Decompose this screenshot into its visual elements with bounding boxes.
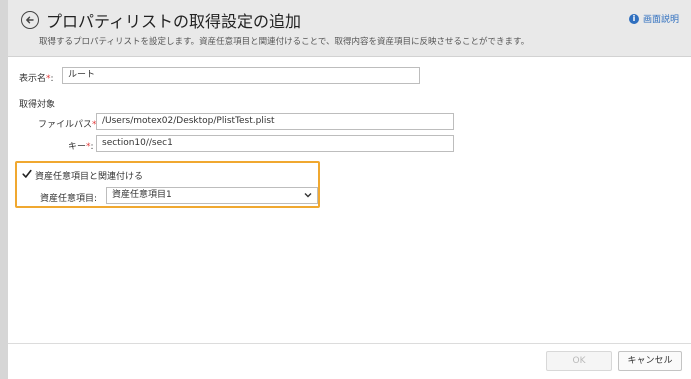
left-rail bbox=[0, 0, 8, 379]
footer-divider bbox=[8, 343, 691, 344]
cancel-button[interactable]: キャンセル bbox=[618, 351, 682, 371]
asset-item-selected-value: 資産任意項目1 bbox=[112, 190, 172, 200]
link-asset-label[interactable]: 資産任意項目と関連付ける bbox=[35, 169, 143, 182]
help-label: 画面説明 bbox=[642, 15, 679, 25]
page-description: 取得するプロパティリストを設定します。資産任意項目と関連付けることで、取得内容を… bbox=[39, 37, 530, 47]
page-title: プロパティリストの取得設定の追加 bbox=[46, 12, 302, 31]
file-path-label-text: ファイルパス bbox=[38, 120, 93, 130]
display-name-input[interactable]: ルート bbox=[62, 67, 420, 84]
display-name-label-text: 表示名 bbox=[19, 74, 47, 84]
page-header: プロパティリストの取得設定の追加 取得するプロパティリストを設定します。資産任意… bbox=[8, 0, 691, 57]
link-asset-checkbox[interactable] bbox=[22, 169, 32, 179]
info-icon: i bbox=[628, 13, 639, 24]
label-colon: : bbox=[50, 74, 54, 84]
file-path-label: ファイルパス*: bbox=[38, 117, 100, 130]
help-link[interactable]: i 画面説明 bbox=[628, 12, 679, 25]
key-label-text: キー bbox=[68, 142, 87, 152]
ok-button[interactable]: OK bbox=[546, 351, 612, 371]
label-colon: : bbox=[90, 142, 94, 152]
display-name-label: 表示名*: bbox=[19, 71, 54, 84]
key-input[interactable]: section10//sec1 bbox=[96, 135, 454, 152]
file-path-input[interactable]: /Users/motex02/Desktop/PlistTest.plist bbox=[96, 113, 454, 130]
back-button[interactable] bbox=[21, 11, 39, 29]
target-section-label: 取得対象 bbox=[19, 100, 56, 110]
back-arrow-icon bbox=[26, 16, 34, 24]
chevron-down-icon bbox=[304, 193, 312, 198]
key-label: キー*: bbox=[68, 139, 94, 152]
asset-item-label: 資産任意項目: bbox=[40, 194, 98, 204]
asset-item-select[interactable]: 資産任意項目1 bbox=[106, 187, 318, 204]
